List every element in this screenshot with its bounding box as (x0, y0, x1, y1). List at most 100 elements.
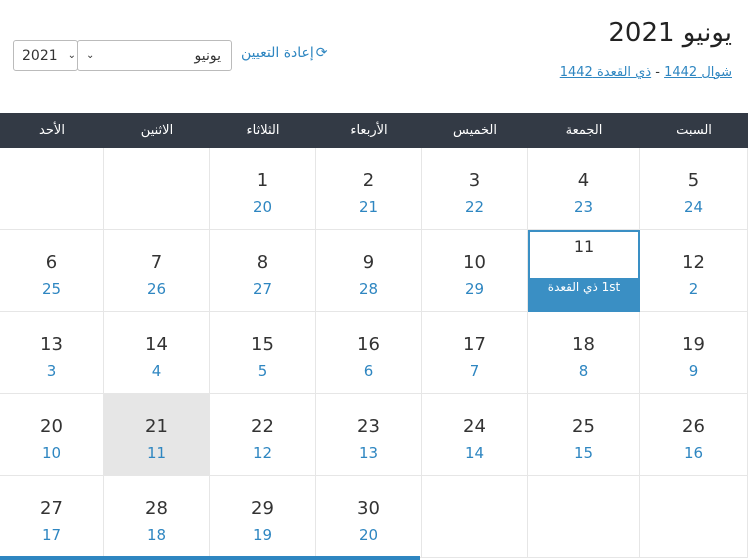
month-select[interactable]: ⌄ يونيو (77, 40, 232, 71)
hijri-day-number: 13 (358, 444, 379, 462)
hijri-day-number: 8 (578, 362, 589, 380)
empty-day-cell (0, 148, 104, 230)
hijri-day-number: 12 (252, 444, 273, 462)
day-cell[interactable]: 1 20 (210, 148, 316, 230)
day-cell[interactable]: 24 14 (422, 394, 528, 476)
hijri-day-number: 17 (41, 526, 62, 544)
empty-day-cell (640, 476, 748, 558)
day-cell[interactable]: 23 13 (316, 394, 422, 476)
gregorian-day-number: 27 (40, 498, 63, 519)
hijri-day-number: 27 (252, 280, 273, 298)
hijri-day-number: 10 (41, 444, 62, 462)
hijri-range: شوال 1442 - ذي القعدة 1442 (560, 65, 732, 80)
hijri-day-number: 5 (257, 362, 268, 380)
gregorian-day-number: 12 (682, 252, 705, 273)
hijri-start-link[interactable]: شوال 1442 (664, 65, 732, 80)
day-cell[interactable]: 10 29 (422, 230, 528, 312)
weekday-header: السبت الجمعة الخميس الأربعاء الثلاثاء الاثنين… (0, 113, 748, 148)
gregorian-day-number: 15 (251, 334, 274, 355)
day-cell[interactable]: 21 11 (104, 394, 210, 476)
gregorian-day-number: 22 (251, 416, 274, 437)
gregorian-day-number: 1 (256, 170, 269, 191)
day-cell[interactable]: 20 10 (0, 394, 104, 476)
gregorian-day-number: 16 (357, 334, 380, 355)
gregorian-day-number: 4 (577, 170, 590, 191)
chevron-down-icon: ⌄ (86, 50, 95, 61)
day-cell[interactable]: 30 20 (316, 476, 422, 558)
day-cell[interactable]: 25 15 (528, 394, 640, 476)
reset-button[interactable]: ⟳إعادة التعيين (241, 45, 328, 61)
hijri-day-number: 2 (688, 280, 699, 298)
hijri-day-number: 9 (688, 362, 699, 380)
gregorian-day-number: 5 (687, 170, 700, 191)
gregorian-day-number: 14 (145, 334, 168, 355)
day-cell[interactable]: 18 8 (528, 312, 640, 394)
day-cell[interactable]: 7 26 (104, 230, 210, 312)
gregorian-day-number: 8 (256, 252, 269, 273)
day-cell[interactable]: 19 9 (640, 312, 748, 394)
day-cell[interactable]: 2 21 (316, 148, 422, 230)
day-cell[interactable]: 17 7 (422, 312, 528, 394)
hijri-end-link[interactable]: ذي القعدة 1442 (560, 65, 651, 80)
hijri-day-number: 6 (363, 362, 374, 380)
gregorian-day-number: 2 (362, 170, 375, 191)
hijri-day-number: 4 (151, 362, 162, 380)
day-cell[interactable]: 5 24 (640, 148, 748, 230)
hijri-day-number: 20 (358, 526, 379, 544)
chevron-down-icon: ⌄ (67, 50, 77, 61)
empty-day-cell (528, 476, 640, 558)
day-cell[interactable]: 13 3 (0, 312, 104, 394)
day-cell[interactable]: 15 5 (210, 312, 316, 394)
weekday-label: السبت (676, 123, 712, 138)
hijri-day-number: 26 (146, 280, 167, 298)
hijri-day-number: 29 (464, 280, 485, 298)
empty-day-cell (422, 476, 528, 558)
empty-day-cell (104, 148, 210, 230)
hijri-day-number: 28 (358, 280, 379, 298)
gregorian-day-number: 29 (251, 498, 274, 519)
gregorian-day-number: 24 (463, 416, 486, 437)
selected-hijri-label: 1st ذي القعدة (530, 278, 638, 310)
day-cell[interactable]: 6 25 (0, 230, 104, 312)
day-cell[interactable]: 12 2 (640, 230, 748, 312)
day-cell[interactable]: 26 16 (640, 394, 748, 476)
day-cell[interactable]: 16 6 (316, 312, 422, 394)
day-cell[interactable]: 29 19 (210, 476, 316, 558)
hijri-day-number: 14 (464, 444, 485, 462)
hijri-day-number: 16 (683, 444, 704, 462)
gregorian-day-number: 13 (40, 334, 63, 355)
gregorian-day-number: 30 (357, 498, 380, 519)
day-cell[interactable]: 14 4 (104, 312, 210, 394)
day-cell[interactable]: 9 28 (316, 230, 422, 312)
calendar-grid: 5 24 4 23 3 22 2 21 1 20 12 2 11 1st ذي القعدة 10 29 9 28… (0, 148, 748, 560)
day-cell[interactable]: 4 23 (528, 148, 640, 230)
page-title: يونيو 2021 (608, 18, 732, 48)
day-cell[interactable]: 11 1st ذي القعدة (528, 230, 640, 312)
weekday-label: الجمعة (565, 123, 603, 138)
day-cell[interactable]: 8 27 (210, 230, 316, 312)
hijri-day-number: 22 (464, 198, 485, 216)
day-cell[interactable]: 28 18 (104, 476, 210, 558)
gregorian-day-number: 10 (463, 252, 486, 273)
gregorian-day-number: 18 (572, 334, 595, 355)
weekday-label: الاثنين (140, 123, 174, 138)
gregorian-day-number: 7 (150, 252, 163, 273)
gregorian-day-number: 19 (682, 334, 705, 355)
hijri-day-number: 23 (573, 198, 594, 216)
hijri-day-number: 3 (46, 362, 57, 380)
weekday-label: الثلاثاء (246, 123, 280, 138)
gregorian-day-number: 11 (573, 237, 595, 256)
weekday-label: الخميس (453, 123, 497, 138)
gregorian-day-number: 23 (357, 416, 380, 437)
hijri-day-number: 18 (146, 526, 167, 544)
hijri-day-number: 15 (573, 444, 594, 462)
day-cell[interactable]: 3 22 (422, 148, 528, 230)
gregorian-day-number: 9 (362, 252, 375, 273)
year-select[interactable]: 2021 ⌄ (13, 40, 78, 71)
day-cell[interactable]: 27 17 (0, 476, 104, 558)
reset-label: إعادة التعيين (241, 45, 314, 61)
day-cell[interactable]: 22 12 (210, 394, 316, 476)
month-select-value: يونيو (194, 47, 221, 64)
weekday-label: الأربعاء (350, 123, 388, 138)
hijri-range-separator: - (651, 65, 665, 80)
